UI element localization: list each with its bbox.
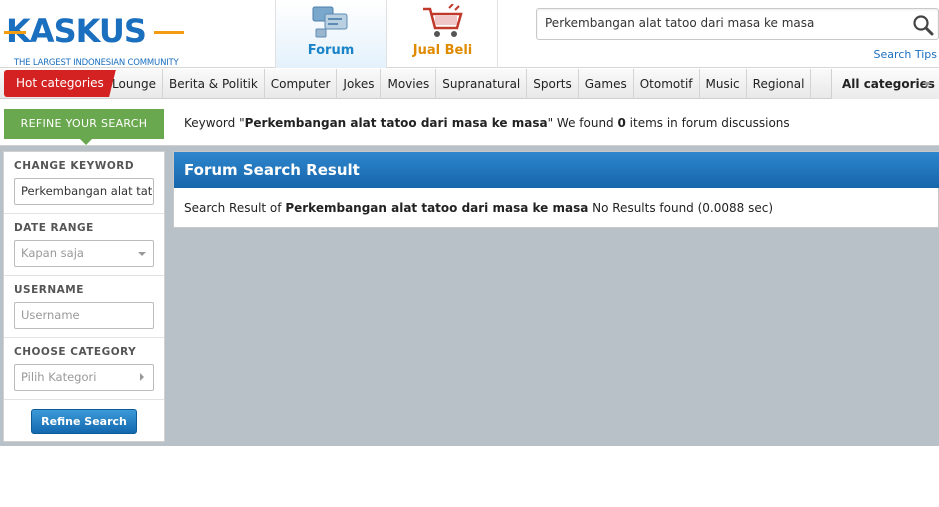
date-range-section: DATE RANGE Kapan saja bbox=[4, 214, 164, 276]
tab-forum[interactable]: Forum bbox=[275, 0, 387, 68]
chevron-right-icon bbox=[140, 373, 144, 381]
site-header: KASKUS THE LARGEST INDONESIAN COMMUNITY … bbox=[0, 0, 939, 68]
chevron-down-icon bbox=[138, 252, 146, 256]
username-section: USERNAME Username bbox=[4, 276, 164, 338]
search-input[interactable] bbox=[545, 16, 905, 30]
header-search bbox=[536, 8, 939, 40]
results-message: Search Result of Perkembangan alat tatoo… bbox=[184, 201, 773, 215]
results-prefix: Search Result of bbox=[184, 201, 286, 215]
refine-bar: REFINE YOUR SEARCH Keyword "Perkembangan… bbox=[0, 100, 939, 146]
all-categories-label: All categories bbox=[842, 77, 935, 91]
tab-forum-label: Forum bbox=[307, 43, 355, 58]
shopping-cart-icon bbox=[421, 3, 465, 43]
summary-keyword: Perkembangan alat tatoo dari masa ke mas… bbox=[244, 116, 548, 130]
username-label: USERNAME bbox=[14, 284, 84, 296]
date-range-label: DATE RANGE bbox=[14, 222, 94, 234]
category-computer[interactable]: Computer bbox=[265, 69, 338, 99]
category-jokes[interactable]: Jokes bbox=[337, 69, 382, 99]
refine-your-search-label: REFINE YOUR SEARCH bbox=[4, 109, 164, 145]
category-movies[interactable]: Movies bbox=[381, 69, 437, 99]
choose-category-label: CHOOSE CATEGORY bbox=[14, 346, 137, 358]
summary-count: 0 bbox=[617, 116, 626, 130]
tab-jual-beli-label: Jual Beli bbox=[412, 43, 473, 58]
kaskus-logo-mark: KASKUS bbox=[4, 12, 184, 48]
kaskus-logo[interactable]: KASKUS THE LARGEST INDONESIAN COMMUNITY bbox=[4, 12, 186, 68]
keyword-summary: Keyword "Perkembangan alat tatoo dari ma… bbox=[184, 116, 790, 130]
search-icon[interactable] bbox=[912, 14, 934, 39]
category-sports[interactable]: Sports bbox=[527, 69, 579, 99]
category-select[interactable]: Pilih Kategori bbox=[14, 364, 154, 391]
category-games[interactable]: Games bbox=[579, 69, 634, 99]
chevron-down-icon bbox=[923, 82, 931, 87]
refine-search-button[interactable]: Refine Search bbox=[31, 409, 137, 434]
results-title: Forum Search Result bbox=[174, 152, 939, 188]
category-list: Lounge Berita & Politik Computer Jokes M… bbox=[106, 69, 812, 99]
username-input[interactable]: Username bbox=[14, 302, 154, 329]
date-range-value: Kapan saja bbox=[21, 246, 84, 260]
svg-text:KASKUS: KASKUS bbox=[6, 12, 146, 48]
category-supranatural[interactable]: Supranatural bbox=[436, 69, 528, 99]
category-bar: Hot categories Lounge Berita & Politik C… bbox=[0, 69, 939, 99]
summary-suffix: items in forum discussions bbox=[625, 116, 790, 130]
all-categories-dropdown[interactable]: All categories bbox=[831, 69, 939, 99]
results-suffix: No Results found (0.0088 sec) bbox=[588, 201, 774, 215]
category-lounge[interactable]: Lounge bbox=[106, 69, 164, 99]
summary-prefix: Keyword " bbox=[184, 116, 245, 130]
logo-tagline: THE LARGEST INDONESIAN COMMUNITY bbox=[14, 58, 179, 68]
category-value: Pilih Kategori bbox=[21, 370, 97, 384]
hot-categories-button[interactable]: Hot categories bbox=[4, 70, 116, 97]
keyword-input[interactable]: Perkembangan alat tatoo dari masa ke mas… bbox=[14, 178, 154, 205]
forum-search-results: Forum Search Result Search Result of Per… bbox=[173, 151, 939, 228]
category-otomotif[interactable]: Otomotif bbox=[634, 69, 700, 99]
date-range-select[interactable]: Kapan saja bbox=[14, 240, 154, 267]
username-placeholder: Username bbox=[21, 308, 80, 322]
change-keyword-section: CHANGE KEYWORD Perkembangan alat tatoo d… bbox=[4, 152, 164, 214]
choose-category-section: CHOOSE CATEGORY Pilih Kategori bbox=[4, 338, 164, 400]
tab-jual-beli[interactable]: Jual Beli bbox=[388, 0, 498, 68]
category-regional[interactable]: Regional bbox=[747, 69, 812, 99]
forum-icon bbox=[311, 4, 351, 43]
main-content: REFINE YOUR SEARCH Keyword "Perkembangan… bbox=[0, 100, 939, 446]
category-music[interactable]: Music bbox=[700, 69, 747, 99]
change-keyword-label: CHANGE KEYWORD bbox=[14, 160, 135, 172]
category-berita-politik[interactable]: Berita & Politik bbox=[163, 69, 265, 99]
refine-sidebar: CHANGE KEYWORD Perkembangan alat tatoo d… bbox=[3, 151, 165, 442]
results-keyword: Perkembangan alat tatoo dari masa ke mas… bbox=[285, 201, 589, 215]
search-tips-link[interactable]: Search Tips bbox=[874, 48, 937, 61]
summary-mid: " We found bbox=[547, 116, 618, 130]
